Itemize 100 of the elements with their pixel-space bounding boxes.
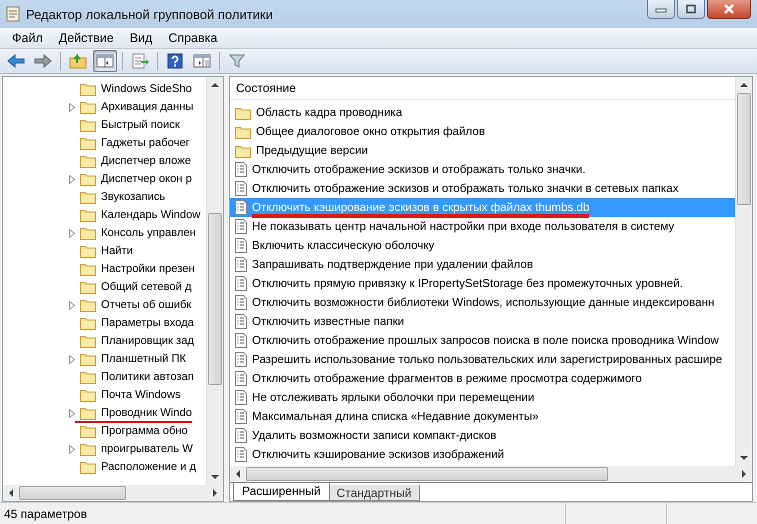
tree-item[interactable]: Гаджеты рабочег — [101, 136, 190, 150]
horizontal-scrollbar[interactable] — [230, 466, 752, 482]
folder-icon — [235, 106, 251, 120]
policy-item[interactable]: Включить классическую оболочку — [252, 239, 434, 252]
folder-icon — [80, 316, 96, 330]
expand-arrow-icon[interactable] — [69, 300, 75, 310]
show-tree-button[interactable] — [93, 50, 117, 72]
folder-icon — [80, 154, 96, 168]
setting-icon — [235, 333, 247, 348]
maximize-icon — [685, 4, 697, 14]
folder-icon — [235, 144, 251, 158]
folder-icon — [80, 244, 96, 258]
tree-item[interactable]: проигрыватель W — [101, 442, 193, 456]
folder-icon — [80, 172, 96, 186]
tree-item[interactable]: Календарь Window — [101, 208, 200, 222]
tree-item[interactable]: Найти — [101, 244, 133, 258]
policy-item[interactable]: Не отслеживать ярлыки оболочки при перемещении — [252, 391, 534, 404]
tree-item[interactable]: Архивация данны — [101, 100, 194, 114]
close-button[interactable] — [707, 0, 751, 19]
policy-item[interactable]: Отключить прямую привязку к IPropertySetStorage без промежуточных уровней. — [252, 277, 683, 290]
folder-icon — [80, 352, 96, 366]
policy-item[interactable]: Отключить возможности библиотеки Windows, использующие данные индексированн — [252, 296, 714, 309]
tree-item[interactable]: Звукозапись — [101, 190, 166, 204]
policy-item[interactable]: Отключить отображение фрагментов в режиме просмотра содержимого — [252, 372, 642, 385]
column-header[interactable]: Состояние — [230, 77, 735, 100]
expand-arrow-icon[interactable] — [69, 354, 75, 364]
policy-item[interactable]: Запрашивать подтверждение при удалении файлов — [252, 258, 533, 271]
setting-icon — [235, 447, 247, 462]
tree-item[interactable]: Политики автозап — [101, 370, 194, 384]
tree-item[interactable]: Общий сетевой д — [101, 280, 192, 294]
policy-item[interactable]: Отключить кэширование эскизов изображений — [252, 448, 504, 461]
tree-item[interactable]: Диспетчер вложе — [101, 154, 191, 168]
setting-icon — [235, 200, 247, 215]
tree-item[interactable]: Консоль управлен — [101, 226, 196, 240]
tree-item[interactable]: Параметры входа — [101, 316, 194, 330]
setting-icon — [235, 428, 247, 443]
minimize-button[interactable] — [647, 0, 675, 19]
setting-icon — [235, 409, 247, 424]
folder-icon — [80, 100, 96, 114]
vertical-scrollbar[interactable] — [206, 77, 223, 485]
policy-item[interactable]: Максимальная длина списка «Недавние документы» — [252, 410, 539, 423]
tree-item[interactable]: Расположение и д — [101, 460, 196, 474]
folder-icon — [80, 460, 96, 474]
folder-icon — [80, 208, 96, 222]
tree-item[interactable]: Планшетный ПК — [101, 352, 186, 366]
menu-item[interactable]: Вид — [130, 31, 152, 45]
folder-icon — [80, 226, 96, 240]
folder-icon — [80, 334, 96, 348]
window-title: Редактор локальной групповой политики — [26, 6, 273, 22]
tree-item[interactable]: Диспетчер окон р — [101, 172, 192, 186]
folder-icon — [80, 118, 96, 132]
tree-item[interactable]: Почта Windows — [101, 388, 181, 402]
setting-icon — [235, 219, 247, 234]
horizontal-scrollbar[interactable] — [3, 485, 223, 501]
folder-icon — [80, 190, 96, 204]
folder-icon — [80, 442, 96, 456]
tree-item[interactable]: Настройки презен — [101, 262, 195, 276]
menu-item[interactable]: Справка — [168, 31, 218, 45]
setting-icon — [235, 295, 247, 310]
policy-item[interactable]: Разрешить использование только пользовательских или зарегистрированных расшире — [252, 353, 722, 366]
policy-item[interactable]: Отключить отображение эскизов и отображать только значки в сетевых папках — [252, 182, 679, 195]
tree-item[interactable]: Быстрый поиск — [101, 118, 180, 132]
menu-item[interactable]: Действие — [58, 31, 114, 45]
setting-icon — [235, 390, 247, 405]
tree-item[interactable]: Программа обно — [101, 424, 188, 438]
folder-icon — [80, 298, 96, 312]
folder-icon — [80, 370, 96, 384]
tree-item[interactable]: Проводник Windo — [75, 406, 192, 422]
folder-icon — [80, 388, 96, 402]
policy-item[interactable]: Отключить отображение прошлых запросов поиска в поле поиска проводника Window — [252, 334, 719, 347]
setting-icon — [235, 371, 247, 386]
setting-icon — [235, 314, 247, 329]
policy-item[interactable]: Отключить известные папки — [252, 315, 404, 328]
status-text: 45 параметров — [3, 506, 88, 520]
tree-item[interactable]: Windows SideSho — [101, 82, 192, 96]
tree-item[interactable]: Планировщик зад — [101, 334, 194, 348]
setting-icon — [235, 238, 247, 253]
vertical-scrollbar[interactable] — [735, 77, 752, 466]
maximize-button[interactable] — [677, 0, 705, 19]
expand-arrow-icon[interactable] — [69, 228, 75, 238]
expand-arrow-icon[interactable] — [69, 174, 75, 184]
policy-item[interactable]: Удалить возможности записи компакт-дисков — [252, 429, 496, 442]
view-tab[interactable]: Расширенный — [233, 483, 330, 501]
policy-item[interactable]: Общее диалоговое окно открытия файлов — [256, 125, 485, 138]
menu-item[interactable]: Файл — [12, 31, 43, 45]
policy-item[interactable]: Область кадра проводника — [256, 106, 402, 119]
setting-icon — [235, 181, 247, 196]
folder-icon — [80, 280, 96, 294]
policy-item[interactable]: Предыдущие версии — [256, 144, 368, 157]
view-tab[interactable]: Стандартный — [328, 485, 420, 501]
expand-arrow-icon[interactable] — [69, 444, 75, 454]
expand-arrow-icon[interactable] — [69, 408, 75, 418]
folder-icon — [80, 424, 96, 438]
setting-icon — [235, 162, 247, 177]
folder-icon — [80, 82, 96, 96]
tree-item[interactable]: Отчеты об ошибк — [101, 298, 192, 312]
policy-item[interactable]: Не показывать центр начальной настройки при входе пользователя в систему — [252, 220, 674, 233]
policy-item[interactable]: Отключить отображение эскизов и отображать только значки. — [252, 163, 586, 176]
document-icon — [6, 6, 20, 22]
expand-arrow-icon[interactable] — [69, 102, 75, 112]
